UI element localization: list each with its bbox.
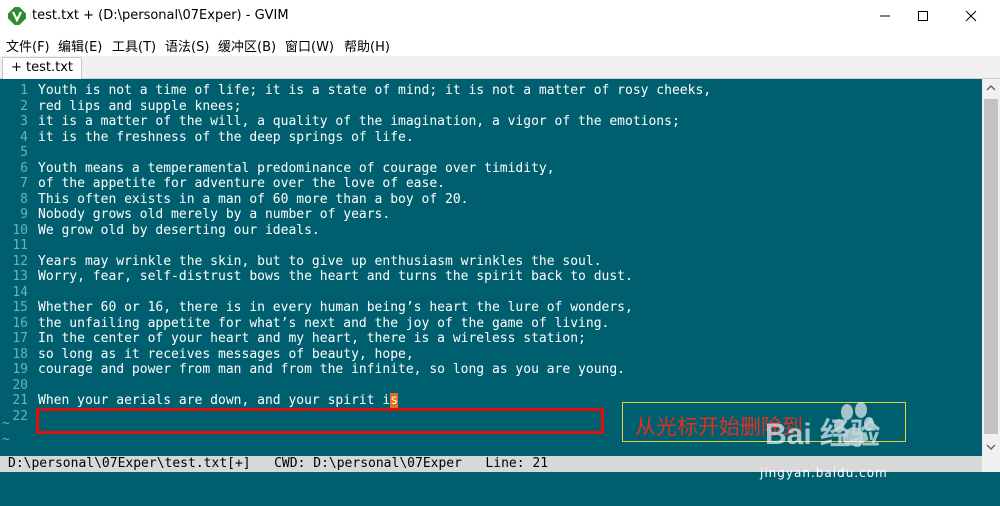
line-text: courage and power from man and from the … bbox=[38, 362, 625, 377]
line-number: 2 bbox=[20, 98, 28, 114]
editor-line[interactable]: 8 This often exists in a man of 60 more t… bbox=[0, 192, 980, 208]
close-button[interactable] bbox=[948, 0, 994, 32]
scroll-down-icon[interactable] bbox=[982, 438, 1000, 456]
editor-line[interactable]: 17 In the center of your heart and my hea… bbox=[0, 331, 980, 347]
maximize-icon bbox=[918, 11, 928, 21]
editor-line[interactable]: 3 it is a matter of the will, a quality o… bbox=[0, 114, 980, 130]
line-text: so long as it receives messages of beaut… bbox=[38, 346, 414, 362]
menu-bar: 文件(F) 编辑(E) 工具(T) 语法(S) 缓冲区(B) 窗口(W) 帮助(… bbox=[0, 32, 1000, 56]
empty-line-tilde: ~ bbox=[2, 431, 10, 447]
line-text: Years may wrinkle the skin, but to give … bbox=[38, 253, 602, 269]
line-number: 1 bbox=[20, 83, 28, 98]
title-bar[interactable]: test.txt + (D:\personal\07Exper) - GVIM bbox=[0, 0, 1000, 32]
editor-line[interactable]: 14 bbox=[0, 285, 980, 301]
line-number: 8 bbox=[20, 191, 28, 207]
line-number: 9 bbox=[20, 207, 28, 222]
line-text: This often exists in a man of 60 more th… bbox=[38, 191, 469, 207]
line-number: 19 bbox=[12, 362, 28, 377]
editor-line[interactable]: 19 courage and power from man and from th… bbox=[0, 362, 980, 378]
line-text: Nobody grows old merely by a number of y… bbox=[38, 207, 391, 222]
tab-bar: + test.txt bbox=[0, 56, 1000, 79]
line-number: 10 bbox=[12, 222, 28, 238]
line-text: When your aerials are down, and your spi… bbox=[38, 393, 391, 408]
editor-line[interactable]: 2 red lips and supple knees; bbox=[0, 99, 980, 115]
line-number: 3 bbox=[20, 114, 28, 129]
line-number: 17 bbox=[12, 331, 28, 346]
editor-line[interactable]: 7 of the appetite for adventure over the … bbox=[0, 176, 980, 192]
close-icon bbox=[965, 10, 977, 22]
minimize-icon bbox=[880, 15, 890, 17]
editor-line[interactable]: 10 We grow old by deserting our ideals. bbox=[0, 223, 980, 239]
editor-line[interactable]: 12 Years may wrinkle the skin, but to giv… bbox=[0, 254, 980, 270]
maximize-button[interactable] bbox=[900, 0, 946, 32]
line-number: 5 bbox=[20, 145, 28, 160]
line-text: it is the freshness of the deep springs … bbox=[38, 129, 414, 145]
menu-edit[interactable]: 编辑(E) bbox=[58, 36, 102, 55]
menu-help[interactable]: 帮助(H) bbox=[344, 36, 390, 55]
editor-line[interactable]: 20 bbox=[0, 378, 980, 394]
text-cursor: s bbox=[390, 393, 399, 409]
status-text: D:\personal\07Exper\test.txt[+] CWD: D:\… bbox=[8, 456, 549, 471]
gvim-app-icon bbox=[8, 7, 26, 25]
line-text: the unfailing appetite for what’s next a… bbox=[38, 315, 610, 331]
line-number: 6 bbox=[20, 160, 28, 176]
line-number: 18 bbox=[12, 346, 28, 362]
line-text: Whether 60 or 16, there is in every huma… bbox=[38, 300, 633, 315]
scroll-up-icon[interactable] bbox=[982, 79, 1000, 97]
line-text: We grow old by deserting our ideals. bbox=[38, 222, 320, 238]
menu-buffers[interactable]: 缓冲区(B) bbox=[218, 36, 276, 55]
empty-line-tilde: ~ bbox=[2, 416, 10, 431]
editor-line[interactable]: 4 it is the freshness of the deep springs… bbox=[0, 130, 980, 146]
window-title: test.txt + (D:\personal\07Exper) - GVIM bbox=[32, 8, 289, 23]
watermark-brand: Bai 经验 bbox=[765, 417, 880, 451]
editor-line[interactable]: 16 the unfailing appetite for what’s next… bbox=[0, 316, 980, 332]
line-number: 20 bbox=[12, 377, 28, 393]
line-number: 14 bbox=[12, 284, 28, 300]
line-text: In the center of your heart and my heart… bbox=[38, 331, 586, 346]
editor-line[interactable]: 1 Youth is not a time of life; it is a st… bbox=[0, 83, 980, 99]
menu-tools[interactable]: 工具(T) bbox=[112, 36, 156, 55]
line-number: 7 bbox=[20, 176, 28, 191]
line-text: of the appetite for adventure over the l… bbox=[38, 176, 445, 191]
tab-test-txt[interactable]: + test.txt bbox=[2, 57, 83, 79]
watermark-url: jingyan.baidu.com bbox=[760, 466, 888, 480]
line-text: Worry, fear, self-distrust bows the hear… bbox=[38, 269, 633, 284]
editor-line[interactable]: 5 bbox=[0, 145, 980, 161]
editor-line[interactable]: 11 bbox=[0, 238, 980, 254]
editor-line[interactable]: 6 Youth means a temperamental predominanc… bbox=[0, 161, 980, 177]
editor-line[interactable]: 13 Worry, fear, self-distrust bows the he… bbox=[0, 269, 980, 285]
scrollbar-thumb[interactable] bbox=[984, 99, 998, 434]
line-number: 4 bbox=[20, 129, 28, 145]
line-number: 13 bbox=[12, 269, 28, 284]
line-number: 16 bbox=[12, 315, 28, 331]
menu-syntax[interactable]: 语法(S) bbox=[165, 36, 209, 55]
line-text: it is a matter of the will, a quality of… bbox=[38, 114, 680, 129]
editor-line[interactable]: 15 Whether 60 or 16, there is in every hu… bbox=[0, 300, 980, 316]
editor-line[interactable]: 9 Nobody grows old merely by a number of … bbox=[0, 207, 980, 223]
line-number: 11 bbox=[12, 238, 28, 253]
line-text: Youth is not a time of life; it is a sta… bbox=[38, 83, 712, 98]
line-text: red lips and supple knees; bbox=[38, 98, 242, 114]
line-number: 15 bbox=[12, 300, 28, 315]
line-number: 12 bbox=[12, 253, 28, 269]
menu-file[interactable]: 文件(F) bbox=[6, 36, 50, 55]
line-text: Youth means a temperamental predominance… bbox=[38, 160, 555, 176]
highlight-box bbox=[36, 408, 604, 434]
vertical-scrollbar[interactable] bbox=[982, 79, 1000, 456]
line-number: 21 bbox=[12, 393, 28, 408]
editor-line[interactable]: 18 so long as it receives messages of bea… bbox=[0, 347, 980, 363]
menu-window[interactable]: 窗口(W) bbox=[285, 36, 334, 55]
